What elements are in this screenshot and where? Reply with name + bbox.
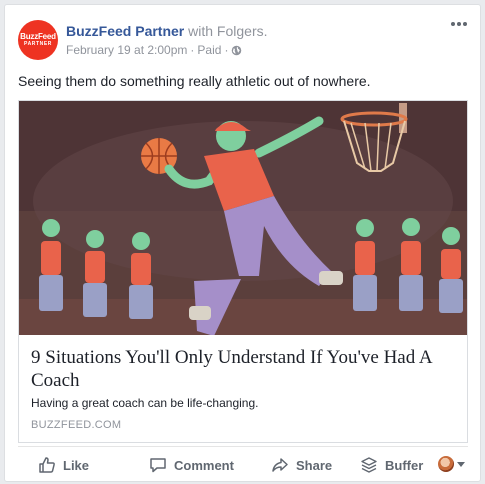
dot	[457, 22, 461, 26]
meta-separator: ·	[224, 43, 229, 57]
post-header: BuzzFeed Partner with Folgers.	[66, 23, 268, 39]
comment-button[interactable]: Comment	[149, 456, 234, 474]
post-as-selector[interactable]	[438, 456, 465, 472]
share-button[interactable]: Share	[271, 456, 332, 474]
timestamp-link[interactable]: February 19 at 2:00pm	[66, 43, 187, 57]
action-bar: Like Comment Share Buffer	[18, 446, 468, 480]
buffer-button[interactable]: Buffer	[360, 456, 423, 474]
link-title[interactable]: 9 Situations You'll Only Understand If Y…	[31, 346, 456, 392]
post-meta: February 19 at 2:00pm · Paid ·	[66, 43, 242, 57]
page-avatar[interactable]: BuzzFeed PARTNER	[18, 20, 58, 60]
thumbs-up-icon	[39, 457, 55, 473]
link-preview-card[interactable]: 9 Situations You'll Only Understand If Y…	[18, 100, 468, 443]
comment-icon	[150, 458, 166, 473]
chevron-down-icon	[457, 461, 465, 467]
avatar-logo-subtext: PARTNER	[24, 41, 52, 47]
meta-separator: ·	[190, 43, 195, 57]
dot	[451, 22, 455, 26]
like-label: Like	[63, 457, 90, 473]
like-button[interactable]: Like	[38, 456, 89, 474]
share-arrow-icon	[272, 458, 288, 472]
link-domain: BUZZFEED.COM	[31, 419, 122, 431]
page-name-link[interactable]: BuzzFeed Partner	[66, 23, 184, 39]
link-description: Having a great coach can be life-changin…	[31, 396, 259, 410]
buffer-label: Buffer	[385, 457, 424, 473]
post-message: Seeing them do something really athletic…	[18, 73, 371, 89]
avatar-logo-text: BuzzFeed	[20, 32, 56, 41]
comment-label: Comment	[174, 457, 234, 473]
post-card: BuzzFeed PARTNER BuzzFeed Partner with F…	[4, 4, 481, 482]
paid-label: Paid	[197, 43, 222, 57]
user-avatar	[438, 456, 454, 472]
share-label: Share	[296, 457, 333, 473]
link-preview-image[interactable]	[19, 101, 467, 335]
globe-icon[interactable]	[231, 45, 242, 56]
with-text[interactable]: with Folgers.	[184, 23, 267, 39]
buffer-stack-icon	[361, 457, 377, 473]
more-options-icon[interactable]	[451, 19, 467, 29]
dot	[463, 22, 467, 26]
